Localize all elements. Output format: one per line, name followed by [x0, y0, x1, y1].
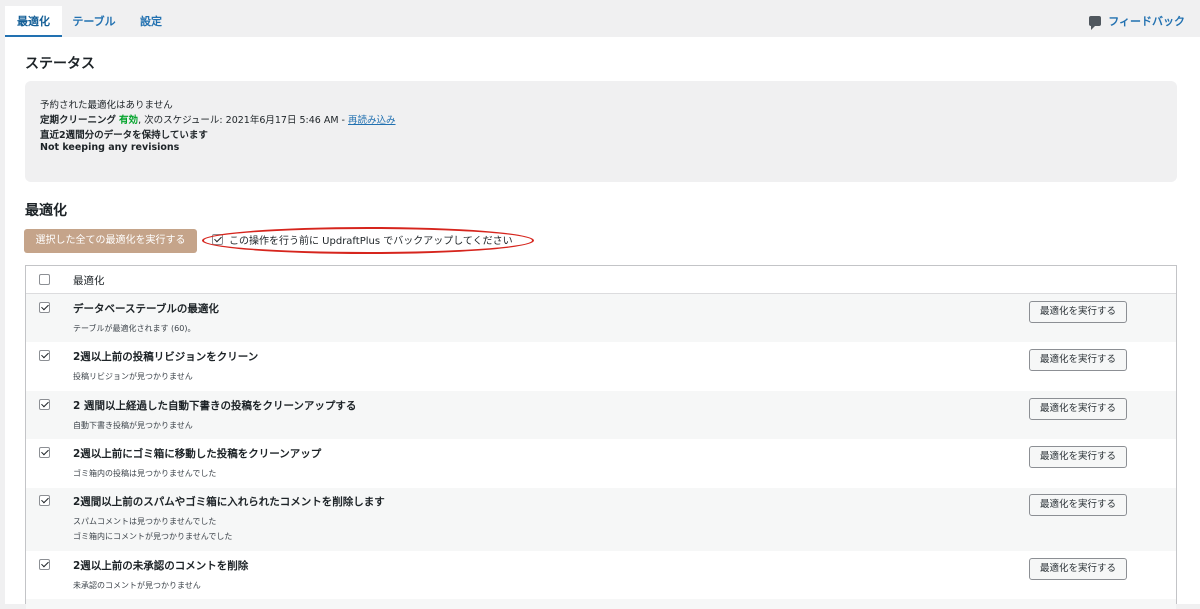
- table-header: 最適化: [26, 266, 1176, 294]
- row-description: 未承認のコメントが見つかりません: [73, 581, 201, 590]
- table-row: 2週間以上前のスパムやゴミ箱に入れられたコメントを削除します スパムコメントは見…: [26, 488, 1176, 551]
- row-description: テーブルが最適化されます (60)。: [73, 324, 196, 333]
- table-row: データベーステーブルの最適化 テーブルが最適化されます (60)。 最適化を実行…: [26, 294, 1176, 342]
- row-title: 2週以上前の投稿リビジョンをクリーン: [73, 351, 259, 363]
- row-checkbox[interactable]: [39, 302, 50, 313]
- run-optimization-button[interactable]: 最適化を実行する: [1029, 398, 1127, 420]
- backup-option: この操作を行う前に UpdraftPlus でバックアップしてください: [212, 232, 513, 247]
- status-line-revisions: Not keeping any revisions: [40, 142, 180, 153]
- optimize-heading: 最適化: [25, 203, 67, 219]
- status-heading: ステータス: [25, 56, 95, 72]
- speech-bubble-icon: [1089, 16, 1102, 30]
- table-row-partial: [26, 599, 1176, 609]
- row-title: 2週間以上前のスパムやゴミ箱に入れられたコメントを削除します: [73, 496, 385, 508]
- select-all-checkbox[interactable]: [39, 274, 50, 285]
- feedback-link[interactable]: フィードバック: [1089, 13, 1185, 30]
- row-checkbox[interactable]: [39, 399, 50, 410]
- row-title: データベーステーブルの最適化: [73, 303, 219, 315]
- row-checkbox[interactable]: [39, 447, 50, 458]
- tab-settings[interactable]: 設定: [128, 6, 174, 37]
- main-panel: ステータス 予約された最適化はありません 定期クリーニング 有効, 次のスケジュ…: [5, 37, 1200, 609]
- row-description: 自動下書き投稿が見つかりません: [73, 421, 193, 430]
- run-optimization-button[interactable]: 最適化を実行する: [1029, 349, 1127, 371]
- status-line-retention: 直近2週間分のデータを保持しています: [40, 130, 208, 141]
- row-checkbox[interactable]: [39, 495, 50, 506]
- row-title: 2週以上前にゴミ箱に移動した投稿をクリーンアップ: [73, 448, 322, 460]
- table-row: 2週以上前の未承認のコメントを削除 未承認のコメントが見つかりません 最適化を実…: [26, 551, 1176, 599]
- run-all-optimizations-button[interactable]: 選択した全ての最適化を実行する: [24, 229, 197, 253]
- run-optimization-button[interactable]: 最適化を実行する: [1029, 494, 1127, 516]
- cleaning-label: 定期クリーニング: [40, 115, 117, 126]
- reload-link[interactable]: 再読み込み: [348, 115, 396, 126]
- table-row: 2週以上前にゴミ箱に移動した投稿をクリーンアップ ゴミ箱内の投稿は見つかりません…: [26, 439, 1176, 488]
- next-schedule-text: , 次のスケジュール: 2021年6月17日 5:46 AM -: [138, 115, 349, 126]
- row-description: 投稿リビジョンが見つかりません: [73, 372, 193, 381]
- run-optimization-button[interactable]: 最適化を実行する: [1029, 446, 1127, 468]
- status-box: 予約された最適化はありません 定期クリーニング 有効, 次のスケジュール: 20…: [25, 81, 1177, 182]
- backup-label: この操作を行う前に UpdraftPlus でバックアップしてください: [229, 236, 513, 247]
- row-checkbox[interactable]: [39, 559, 50, 570]
- backup-checkbox[interactable]: [212, 234, 223, 245]
- row-title: 2 週間以上経過した自動下書きの投稿をクリーンアップする: [73, 400, 357, 412]
- run-optimization-button[interactable]: 最適化を実行する: [1029, 301, 1127, 323]
- row-description: ゴミ箱内の投稿は見つかりませんでした: [73, 469, 217, 478]
- tab-tables[interactable]: テーブル: [60, 6, 128, 37]
- table-row: 2週以上前の投稿リビジョンをクリーン 投稿リビジョンが見つかりません 最適化を実…: [26, 342, 1176, 391]
- row-checkbox[interactable]: [39, 350, 50, 361]
- tab-bar: 最適化 テーブル 設定 フィードバック: [0, 0, 1200, 37]
- tab-optimize[interactable]: 最適化: [5, 6, 62, 37]
- status-line-scheduled: 予約された最適化はありません: [40, 100, 173, 111]
- cleaning-enabled-badge: 有効: [119, 115, 139, 126]
- run-optimization-button[interactable]: 最適化を実行する: [1029, 558, 1127, 580]
- row-description: スパムコメントは見つかりませんでした: [73, 517, 217, 526]
- table-row: 2 週間以上経過した自動下書きの投稿をクリーンアップする 自動下書き投稿が見つか…: [26, 391, 1176, 439]
- column-header-optimize: 最適化: [73, 275, 105, 287]
- row-description: ゴミ箱内にコメントが見つかりませんでした: [73, 532, 233, 541]
- row-title: 2週以上前の未承認のコメントを削除: [73, 560, 249, 572]
- optimizations-table: 最適化 データベーステーブルの最適化 テーブルが最適化されます (60)。 最適…: [25, 265, 1177, 609]
- status-line-cleaning: 定期クリーニング 有効, 次のスケジュール: 2021年6月17日 5:46 A…: [40, 112, 396, 126]
- feedback-label: フィードバック: [1108, 15, 1185, 28]
